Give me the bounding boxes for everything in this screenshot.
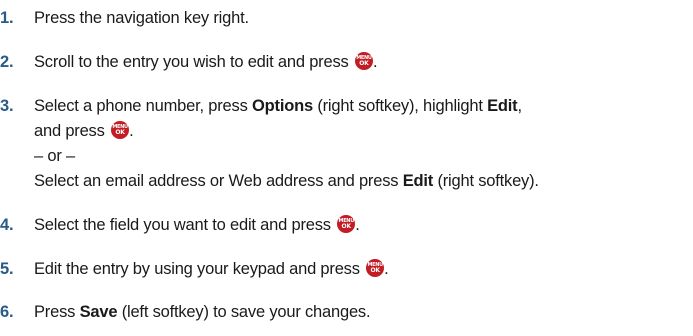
options-softkey-label: Options bbox=[252, 97, 313, 115]
step-text: Press bbox=[34, 303, 80, 321]
edit-label: Edit bbox=[487, 97, 518, 115]
step-text: Select the field you want to edit and pr… bbox=[34, 216, 331, 234]
menu-ok-key-icon: MENU OK bbox=[354, 52, 373, 70]
step-number: 1. bbox=[0, 9, 14, 27]
menu-ok-key-icon: MENU OK bbox=[337, 215, 356, 233]
step-number: 3. bbox=[0, 97, 14, 115]
step-text: Press the navigation key right. bbox=[34, 9, 249, 27]
menu-ok-key-icon: MENU OK bbox=[111, 121, 130, 139]
edit-softkey-label: Edit bbox=[402, 172, 434, 190]
step-number: 5. bbox=[0, 260, 14, 278]
save-softkey-label: Save bbox=[79, 303, 118, 321]
step-text: Edit the entry by using your keypad and … bbox=[34, 260, 360, 278]
step-number: 6. bbox=[0, 303, 14, 321]
step-text: (right softkey). bbox=[433, 172, 539, 190]
step-number: 4. bbox=[0, 216, 14, 234]
or-separator: – or – bbox=[34, 147, 75, 165]
step-text: (right softkey), highlight bbox=[312, 97, 488, 115]
step-number: 2. bbox=[0, 53, 14, 71]
step-text: Scroll to the entry you wish to edit and… bbox=[34, 53, 349, 71]
step-text: Select an email address or Web address a… bbox=[34, 172, 403, 190]
step-text: (left softkey) to save your changes. bbox=[117, 303, 371, 321]
menu-ok-key-icon: MENU OK bbox=[366, 259, 385, 277]
step-text: Select a phone number, press bbox=[34, 97, 253, 115]
step-text: and press bbox=[34, 122, 105, 140]
